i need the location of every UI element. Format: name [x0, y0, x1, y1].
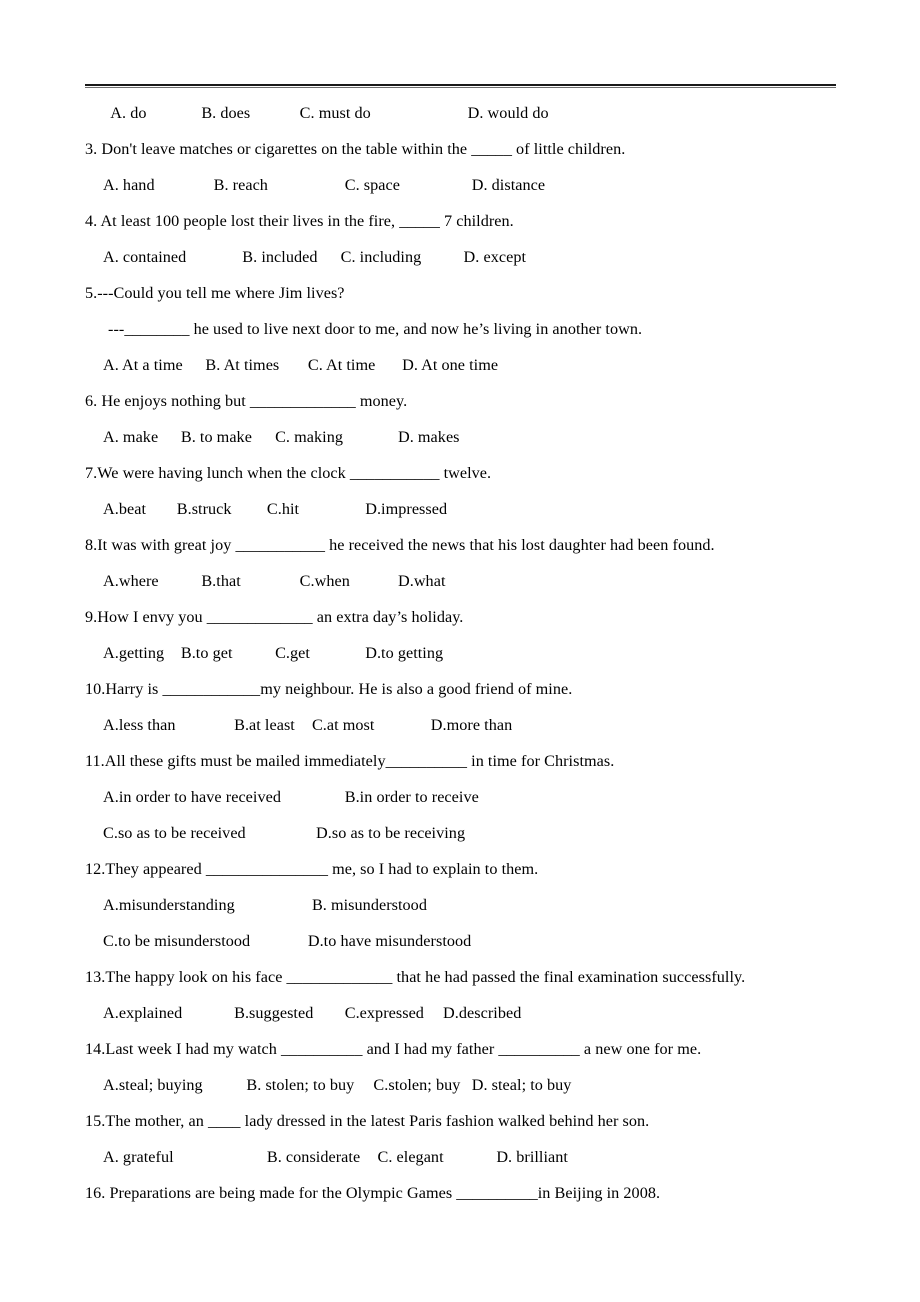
question-options-line: A.in order to have received B.in order t…: [103, 788, 479, 806]
question-options-line: A. make B. to make C. making D. makes: [103, 428, 460, 446]
question-options-line: A.getting B.to get C.get D.to getting: [103, 644, 444, 662]
question-options-line: A.explained B.suggested C.expressed D.de…: [103, 1004, 522, 1022]
question-stem-line: 8.It was with great joy ___________ he r…: [85, 536, 715, 554]
question-stem-line: 7.We were having lunch when the clock __…: [85, 464, 492, 482]
exercise-body: A. do B. does C. must do D. would do 3. D…: [0, 95, 920, 1211]
question-options-line: A.beat B.struck C.hit D.impressed: [103, 500, 448, 518]
question-options-line: A. grateful B. considerate C. elegant D.…: [103, 1148, 568, 1166]
question-options-line: C.so as to be received D.so as to be rec…: [103, 824, 466, 842]
question-options-line: A. At a time B. At times C. At time D. A…: [103, 356, 499, 374]
question-stem-line: 10.Harry is ____________my neighbour. He…: [85, 680, 573, 698]
question-options-line: A.less than B.at least C.at most D.more …: [103, 716, 513, 734]
question-continuation-line: ---________ he used to live next door to…: [108, 320, 643, 338]
header-rule-thick: [85, 84, 836, 86]
question-options-line: C.to be misunderstood D.to have misunder…: [103, 932, 472, 950]
document-page: A. do B. does C. must do D. would do 3. D…: [0, 0, 920, 1302]
question-stem-line: 14.Last week I had my watch __________ a…: [85, 1040, 702, 1058]
question-stem-line: 16. Preparations are being made for the …: [85, 1184, 661, 1202]
question-stem-line: 9.How I envy you _____________ an extra …: [85, 608, 464, 626]
question-stem-line: 11.All these gifts must be mailed immedi…: [85, 752, 615, 770]
question-stem-line: 6. He enjoys nothing but _____________ m…: [85, 392, 408, 410]
question-options-line: A. contained B. included C. including D.…: [103, 248, 527, 266]
question-stem-line: 3. Don't leave matches or cigarettes on …: [85, 140, 626, 158]
header-separator-rule: [85, 84, 836, 88]
question-stem-line: 15.The mother, an ____ lady dressed in t…: [85, 1112, 650, 1130]
question-options-line: A.steal; buying B. stolen; to buy C.stol…: [103, 1076, 572, 1094]
header-rule-thin: [85, 87, 836, 88]
question-stem-line: 5.---Could you tell me where Jim lives?: [85, 284, 345, 302]
question-options-line: A. hand B. reach C. space D. distance: [103, 176, 546, 194]
question-options-line: A. do B. does C. must do D. would do: [103, 104, 549, 122]
question-stem-line: 13.The happy look on his face __________…: [85, 968, 746, 986]
question-stem-line: 4. At least 100 people lost their lives …: [85, 212, 514, 230]
question-stem-line: 12.They appeared _______________ me, so …: [85, 860, 539, 878]
question-options-line: A.where B.that C.when D.what: [103, 572, 446, 590]
question-options-line: A.misunderstanding B. misunderstood: [103, 896, 427, 914]
